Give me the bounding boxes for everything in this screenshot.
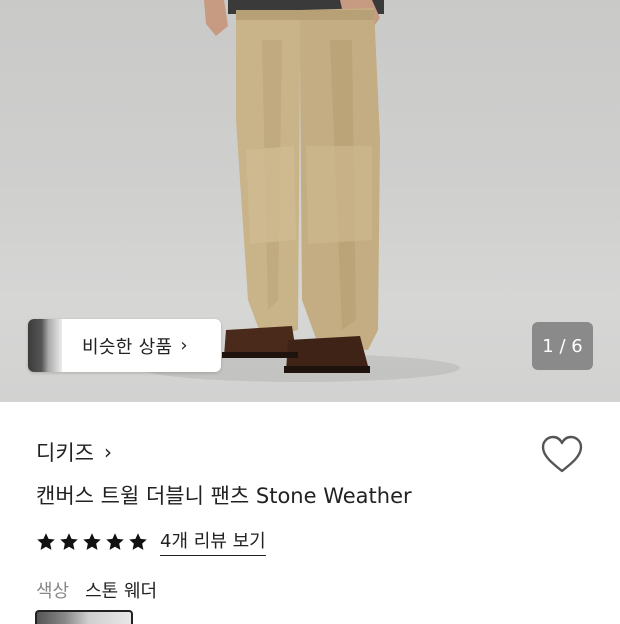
brand-link[interactable]: 디키즈 › <box>36 437 112 467</box>
product-image[interactable]: 비슷한 상품 › 1 / 6 <box>0 0 620 402</box>
image-pager-indicator: 1 / 6 <box>532 322 593 370</box>
color-swatch-selected[interactable] <box>35 610 133 624</box>
chevron-right-icon: › <box>180 335 188 356</box>
color-row: 색상 스톤 웨더 <box>36 577 157 603</box>
star-rating <box>36 532 148 552</box>
product-title: 캔버스 트윌 더블니 팬츠 Stone Weather <box>36 484 412 508</box>
heart-icon[interactable] <box>540 435 584 475</box>
star-icon <box>106 532 124 550</box>
rating-row: 4개 리뷰 보기 <box>36 527 266 556</box>
color-value: 스톤 웨더 <box>85 581 158 602</box>
reviews-link[interactable]: 4개 리뷰 보기 <box>160 527 266 556</box>
star-icon <box>83 532 101 550</box>
chevron-right-icon: › <box>103 440 112 464</box>
star-icon <box>129 532 147 550</box>
similar-products-thumbnail <box>28 319 62 372</box>
similar-products-button[interactable]: 비슷한 상품 › <box>28 319 221 372</box>
image-pager-text: 1 / 6 <box>542 335 583 357</box>
brand-name: 디키즈 <box>36 441 94 465</box>
color-label: 색상 <box>36 581 70 602</box>
star-icon <box>60 532 78 550</box>
star-icon <box>37 532 55 550</box>
similar-products-label: 비슷한 상품 <box>82 336 173 358</box>
